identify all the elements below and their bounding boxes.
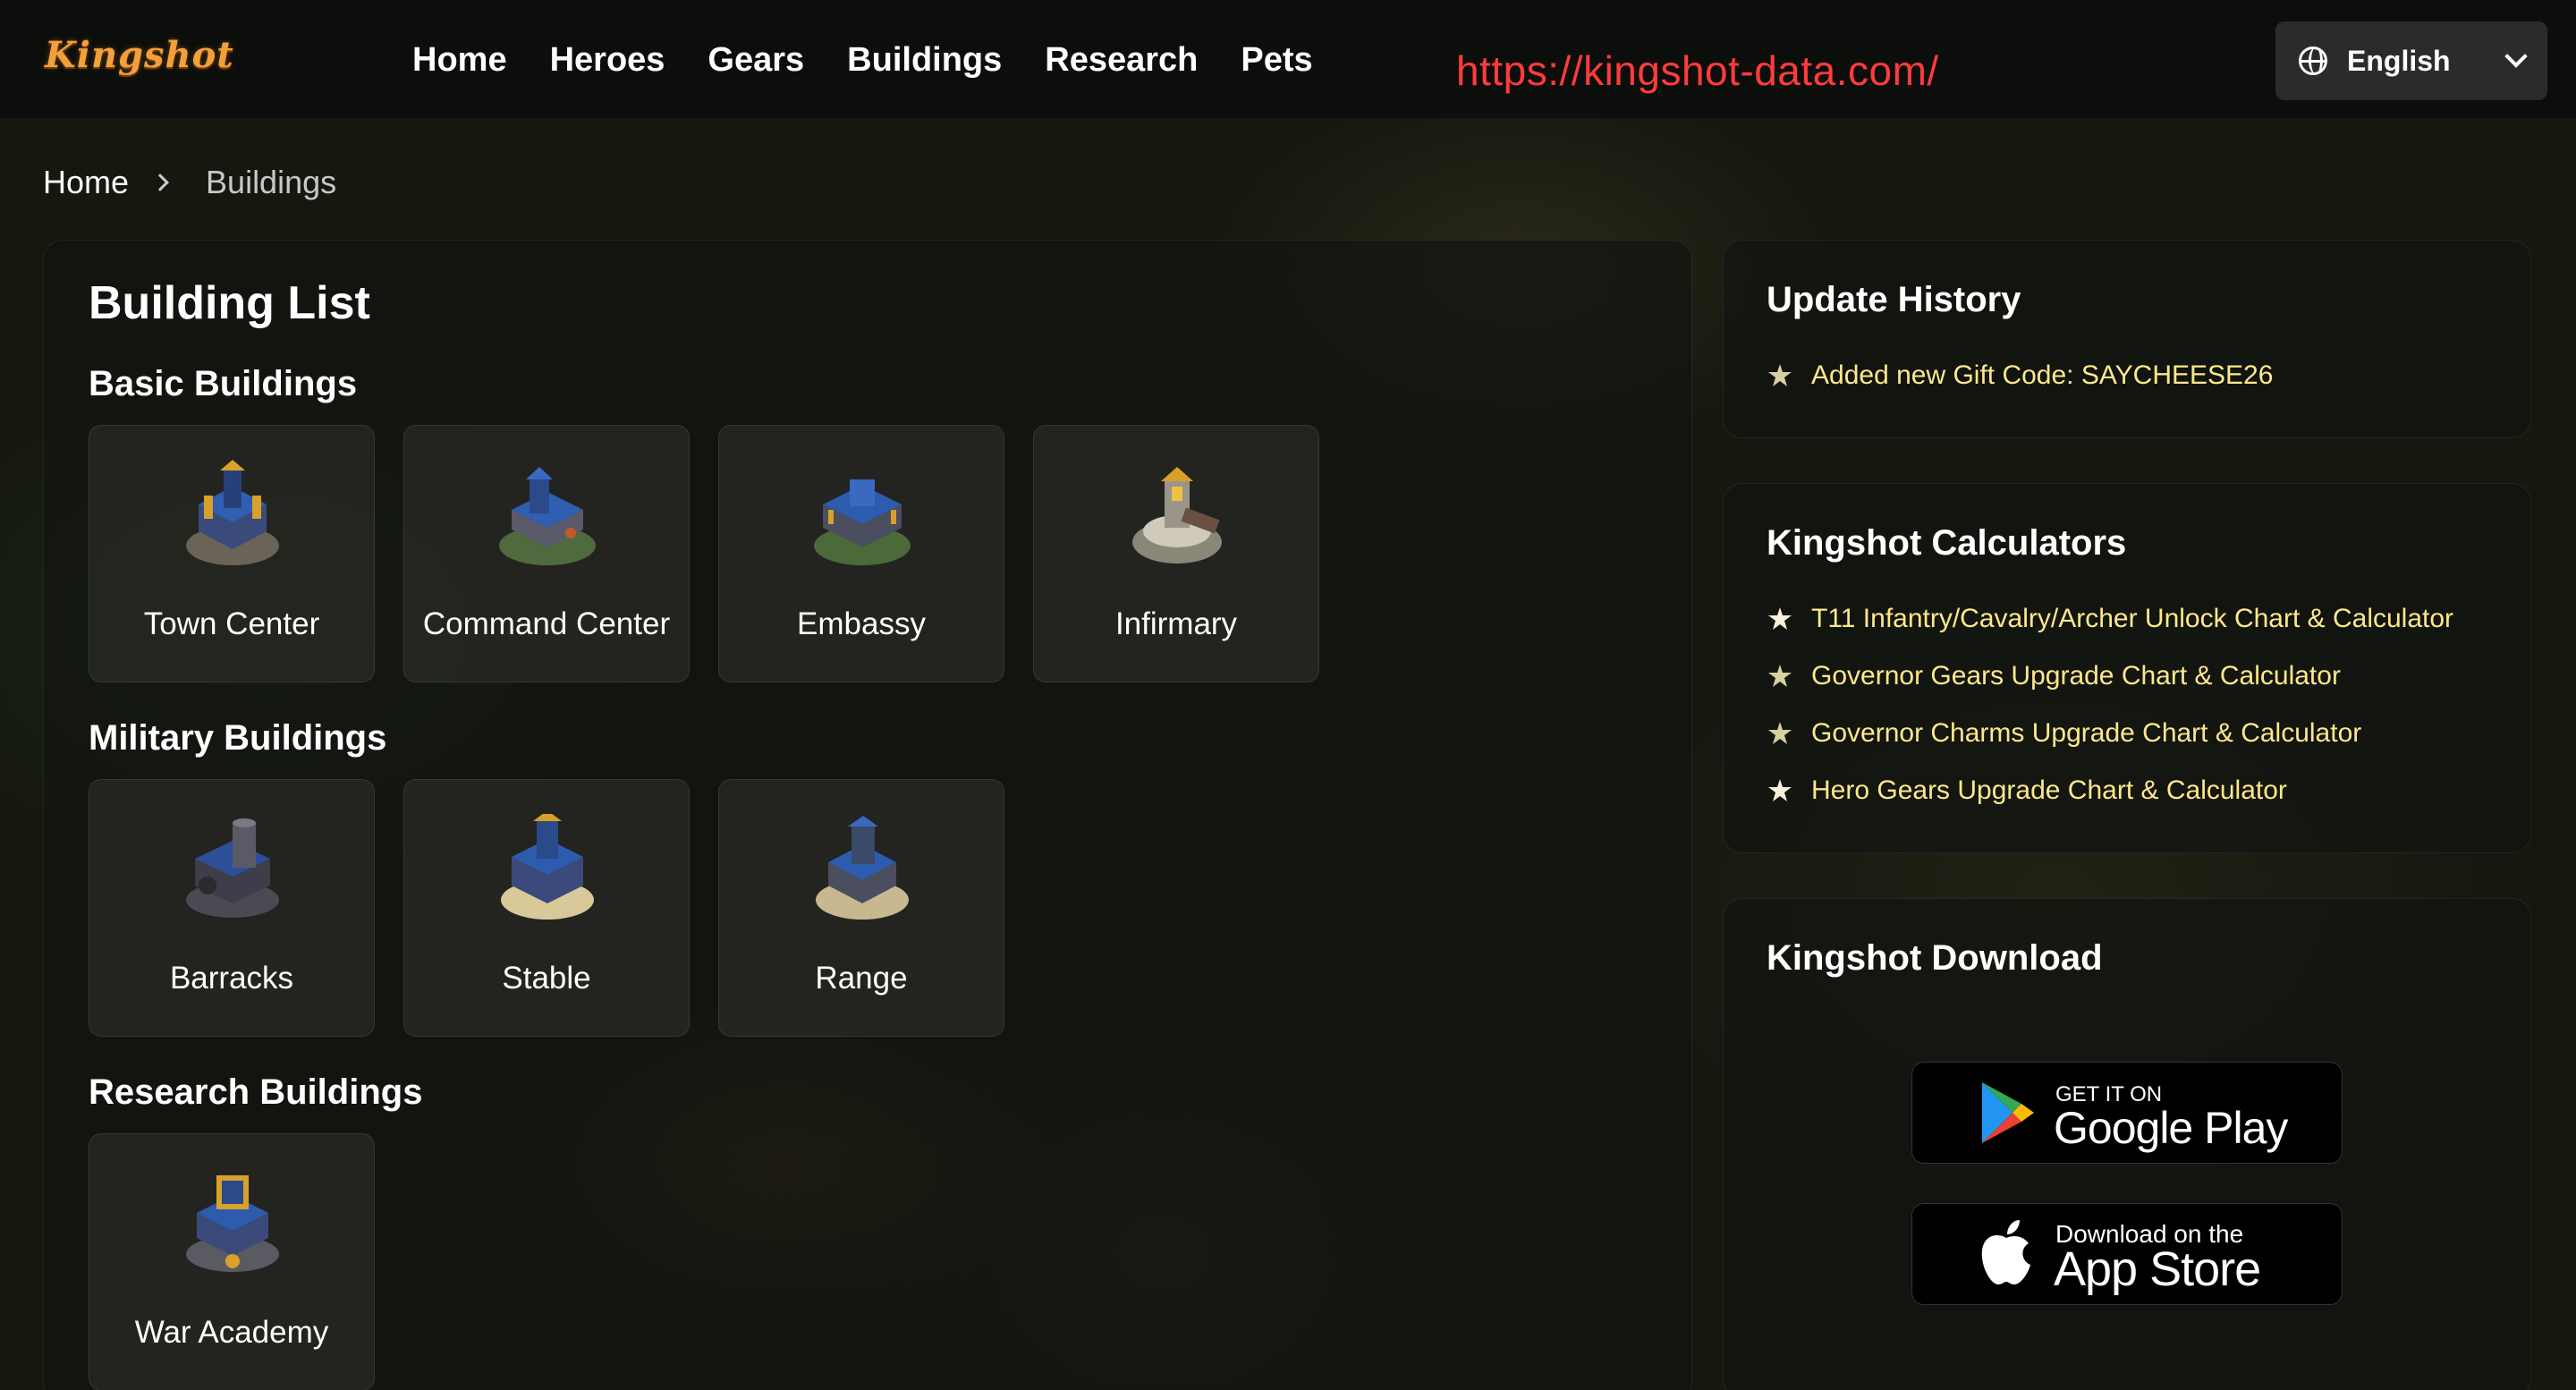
building-name: War Academy [134, 1315, 329, 1350]
top-nav-bar: Kingshot Home Heroes Gears Buildings Res… [0, 0, 2576, 119]
chevron-down-icon [2504, 45, 2528, 68]
update-text: Added new Gift Code: SAYCHEESE26 [1811, 360, 2274, 390]
star-icon [1768, 364, 1792, 386]
app-store-big-text: App Store [2054, 1242, 2261, 1296]
language-label: English [2347, 44, 2451, 77]
building-card-range[interactable]: Range [718, 779, 1004, 1037]
building-card-town-center[interactable]: Town Center [89, 425, 375, 682]
command-center-icon [499, 467, 596, 565]
nav-pets[interactable]: Pets [1241, 36, 1312, 84]
embassy-icon [814, 479, 911, 565]
nav-gears[interactable]: Gears [708, 36, 804, 84]
barracks-icon [186, 818, 279, 918]
breadcrumb-current: Buildings [206, 164, 337, 200]
section-basic-title: Basic Buildings [89, 364, 358, 403]
google-play-big-text: Google Play [2054, 1103, 2288, 1153]
calculator-link[interactable]: Hero Gears Upgrade Chart & Calculator [1767, 776, 2287, 806]
apple-icon [1981, 1220, 2030, 1284]
calculator-link-text: T11 Infantry/Cavalry/Archer Unlock Chart… [1811, 604, 2454, 633]
main-nav: Home Heroes Gears Buildings Research Pet… [412, 36, 1356, 84]
download-panel: Kingshot Download GET IT ON Google Play … [1723, 898, 2531, 1390]
calculator-link-text: Governor Charms Upgrade Chart & Calculat… [1811, 718, 2362, 748]
building-card-stable[interactable]: Stable [403, 779, 690, 1037]
building-card-barracks[interactable]: Barracks [89, 779, 375, 1037]
infirmary-icon [1132, 467, 1222, 564]
star-icon [1768, 722, 1792, 744]
stable-icon [501, 814, 594, 920]
nav-home[interactable]: Home [412, 36, 507, 84]
chevron-right-icon [151, 174, 169, 191]
update-item[interactable]: Added new Gift Code: SAYCHEESE26 [1767, 360, 2273, 391]
town-center-icon [186, 460, 279, 565]
building-list-panel: Building List Basic Buildings Town Cente… [43, 240, 1692, 1390]
star-icon [1768, 665, 1792, 687]
building-name: Embassy [797, 606, 926, 641]
building-name: Infirmary [1114, 606, 1238, 641]
building-card-war-academy[interactable]: War Academy [89, 1133, 375, 1390]
nav-buildings[interactable]: Buildings [847, 36, 1002, 84]
page-title: Building List [89, 277, 370, 329]
breadcrumb-home[interactable]: Home [43, 164, 129, 201]
calculator-link[interactable]: Governor Gears Upgrade Chart & Calculato… [1767, 661, 2341, 691]
update-history-title: Update History [1767, 280, 2021, 319]
calculator-link[interactable]: T11 Infantry/Cavalry/Archer Unlock Chart… [1767, 604, 2453, 634]
google-play-button[interactable]: GET IT ON Google Play [1911, 1062, 2343, 1164]
google-play-icon [1982, 1082, 2034, 1143]
star-icon [1768, 779, 1792, 801]
calculator-link-text: Hero Gears Upgrade Chart & Calculator [1811, 776, 2287, 805]
calculator-link[interactable]: Governor Charms Upgrade Chart & Calculat… [1767, 718, 2361, 749]
building-name: Town Center [143, 606, 320, 641]
url-annotation: https://kingshot-data.com/ [1456, 47, 1939, 94]
building-card-command-center[interactable]: Command Center [403, 425, 690, 682]
calculators-panel: Kingshot Calculators T11 Infantry/Cavalr… [1723, 483, 2531, 853]
kingshot-logo[interactable]: Kingshot [45, 34, 234, 76]
building-name: Stable [502, 961, 591, 996]
building-name: Barracks [169, 961, 294, 996]
building-name: Command Center [422, 606, 671, 641]
nav-research[interactable]: Research [1045, 36, 1198, 84]
logo-text: Kingshot [45, 34, 234, 76]
app-store-button[interactable]: Download on the App Store [1911, 1203, 2343, 1305]
war-academy-icon [186, 1175, 279, 1272]
calculator-link-text: Governor Gears Upgrade Chart & Calculato… [1811, 661, 2341, 691]
globe-icon [2299, 47, 2327, 75]
building-card-embassy[interactable]: Embassy [718, 425, 1004, 682]
section-military-title: Military Buildings [89, 718, 387, 758]
range-icon [816, 816, 909, 920]
update-history-panel: Update History Added new Gift Code: SAYC… [1723, 240, 2531, 438]
download-title: Kingshot Download [1767, 938, 2103, 978]
language-select[interactable]: English [2275, 21, 2547, 100]
building-name: Range [815, 961, 908, 996]
building-card-infirmary[interactable]: Infirmary [1033, 425, 1319, 682]
calculators-title: Kingshot Calculators [1767, 523, 2127, 563]
nav-heroes[interactable]: Heroes [550, 36, 665, 84]
star-icon [1768, 607, 1792, 630]
section-research-title: Research Buildings [89, 1072, 423, 1112]
breadcrumb: Home Buildings [43, 164, 336, 201]
